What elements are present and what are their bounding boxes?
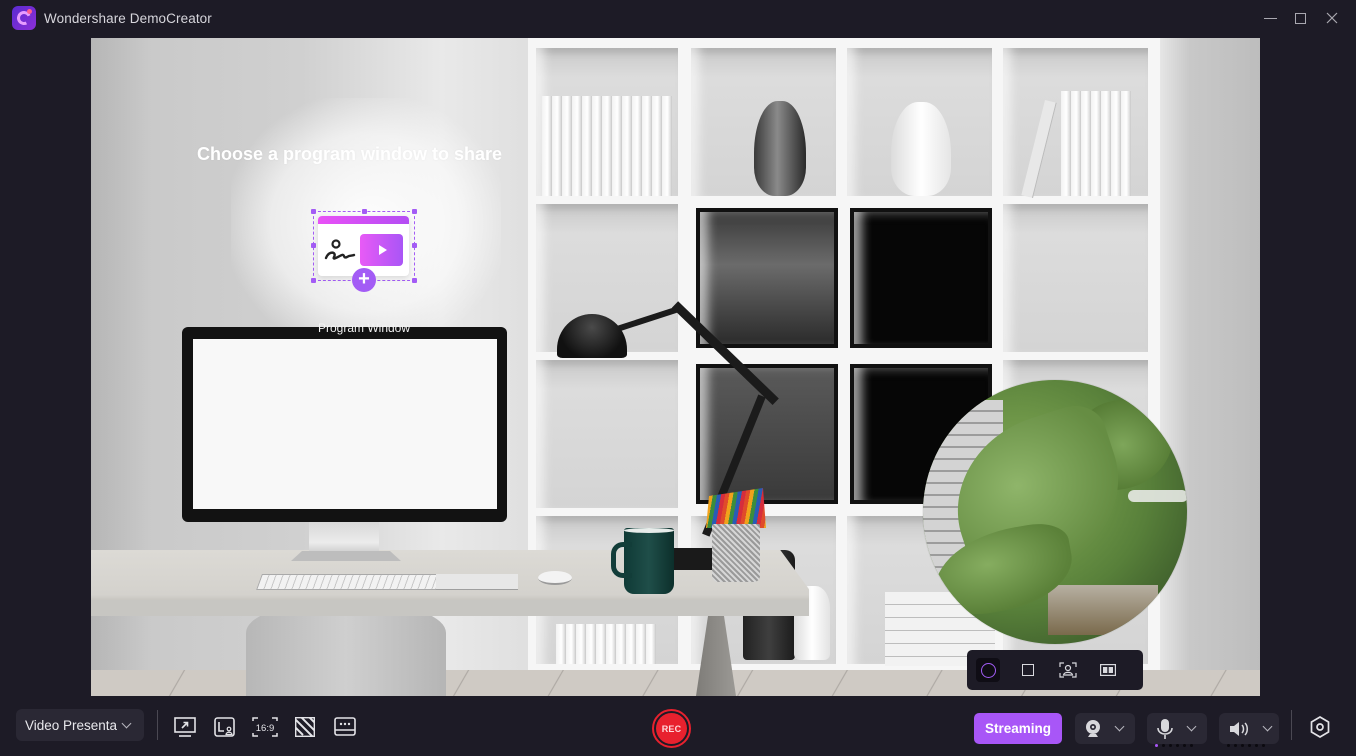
- close-button[interactable]: [1317, 4, 1347, 32]
- close-icon: [1326, 12, 1338, 24]
- webcam-icon: [1086, 719, 1100, 737]
- background-button[interactable]: [293, 716, 317, 738]
- webcam-shape-toolbar: [967, 650, 1143, 690]
- maximize-button[interactable]: [1285, 4, 1315, 32]
- app-title: Wondershare DemoCreator: [44, 11, 212, 26]
- desk-edge: [91, 600, 809, 616]
- microphone-icon: [1157, 718, 1173, 739]
- shelf-cell: [1003, 204, 1148, 352]
- maximize-icon: [1294, 12, 1306, 24]
- white-vase-shelf: [891, 102, 951, 196]
- more-panel-icon: [334, 717, 356, 736]
- books: [542, 96, 672, 196]
- monitor-arrow-icon: [174, 717, 196, 737]
- mug: [611, 528, 674, 594]
- minimize-button[interactable]: [1255, 4, 1285, 32]
- circle-icon: [980, 662, 996, 678]
- shelf-cell: [1003, 48, 1148, 198]
- svg-text:16:9: 16:9: [256, 723, 275, 734]
- recording-mode-value: Video Presenta: [25, 717, 117, 733]
- camera-device-select[interactable]: [1075, 713, 1135, 744]
- add-program-window-button[interactable]: +: [311, 209, 417, 292]
- settings-button[interactable]: [1308, 715, 1332, 739]
- speaker-level-meter: [1227, 744, 1265, 747]
- chevron-down-icon: [1114, 721, 1125, 732]
- chair: [246, 603, 446, 696]
- speaker-icon: [1230, 721, 1248, 736]
- mouse: [538, 571, 572, 585]
- shape-split-button[interactable]: [1096, 658, 1120, 682]
- divider: [157, 710, 158, 740]
- dark-vase: [754, 101, 806, 196]
- shape-circle-button[interactable]: [976, 658, 1000, 682]
- choose-window-title: Choose a program window to share: [197, 144, 503, 164]
- screen-share-button[interactable]: [173, 716, 197, 738]
- chevron-down-icon: [121, 718, 132, 728]
- pencil-cup: [712, 524, 760, 582]
- preview-stage: Choose a program window to share + Progr…: [91, 38, 1260, 696]
- title-bar: Wondershare DemoCreator: [0, 0, 1356, 38]
- monitor-base: [291, 551, 401, 561]
- app-logo-icon: [12, 6, 36, 30]
- split-layout-icon: [1100, 664, 1116, 676]
- person-signature-icon: [324, 239, 356, 260]
- record-button[interactable]: REC: [652, 709, 691, 748]
- monitor-stand: [309, 522, 379, 556]
- shelf-cell: [691, 48, 836, 196]
- chevron-down-icon: [1262, 721, 1273, 732]
- window-person-icon: [214, 717, 235, 737]
- shelf-cell: [536, 48, 678, 196]
- microphone-device-select[interactable]: [1147, 713, 1207, 747]
- monitor-illustration: [182, 327, 507, 522]
- streaming-button[interactable]: Streaming: [974, 713, 1062, 744]
- aspect-ratio-icon: 16:9: [252, 717, 278, 737]
- shelf-cell: [847, 48, 992, 196]
- recording-mode-select[interactable]: Video Presenta: [16, 709, 144, 741]
- monitor-screen: [193, 339, 497, 509]
- shelf-cell: [536, 360, 678, 508]
- portrait-focus-icon: [1059, 662, 1077, 678]
- bottom-toolbar: Video Presenta 16:9 REC Streaming: [0, 696, 1356, 756]
- settings-hex-icon: [1310, 716, 1330, 738]
- shape-portrait-button[interactable]: [1056, 658, 1080, 682]
- shelf-cell-dark: [696, 364, 838, 504]
- keyboard: [256, 574, 442, 590]
- program-window-label: Program Window: [317, 321, 411, 335]
- record-label: REC: [656, 713, 687, 744]
- chevron-down-icon: [1186, 721, 1197, 732]
- stripes-icon: [295, 717, 316, 738]
- aspect-ratio-button[interactable]: 16:9: [252, 716, 278, 738]
- plus-icon: +: [352, 268, 376, 292]
- shelf-cell-black: [850, 208, 992, 348]
- program-window-icon: [318, 216, 409, 276]
- shape-square-button[interactable]: [1016, 658, 1040, 682]
- microphone-level-meter: [1155, 744, 1193, 747]
- more-tools-button[interactable]: [333, 716, 357, 738]
- divider: [1291, 710, 1292, 740]
- trackpad: [436, 574, 518, 590]
- webcam-overlay-button[interactable]: [213, 716, 237, 738]
- shelf-cell-dark: [696, 208, 838, 348]
- minimize-icon: [1263, 17, 1277, 19]
- wall-panel: [1160, 38, 1260, 670]
- play-icon: [360, 234, 403, 266]
- books: [1061, 91, 1131, 196]
- lamp-base: [671, 548, 716, 570]
- webcam-preview[interactable]: [923, 380, 1187, 644]
- square-icon: [1022, 664, 1034, 676]
- speaker-device-select[interactable]: [1219, 713, 1279, 747]
